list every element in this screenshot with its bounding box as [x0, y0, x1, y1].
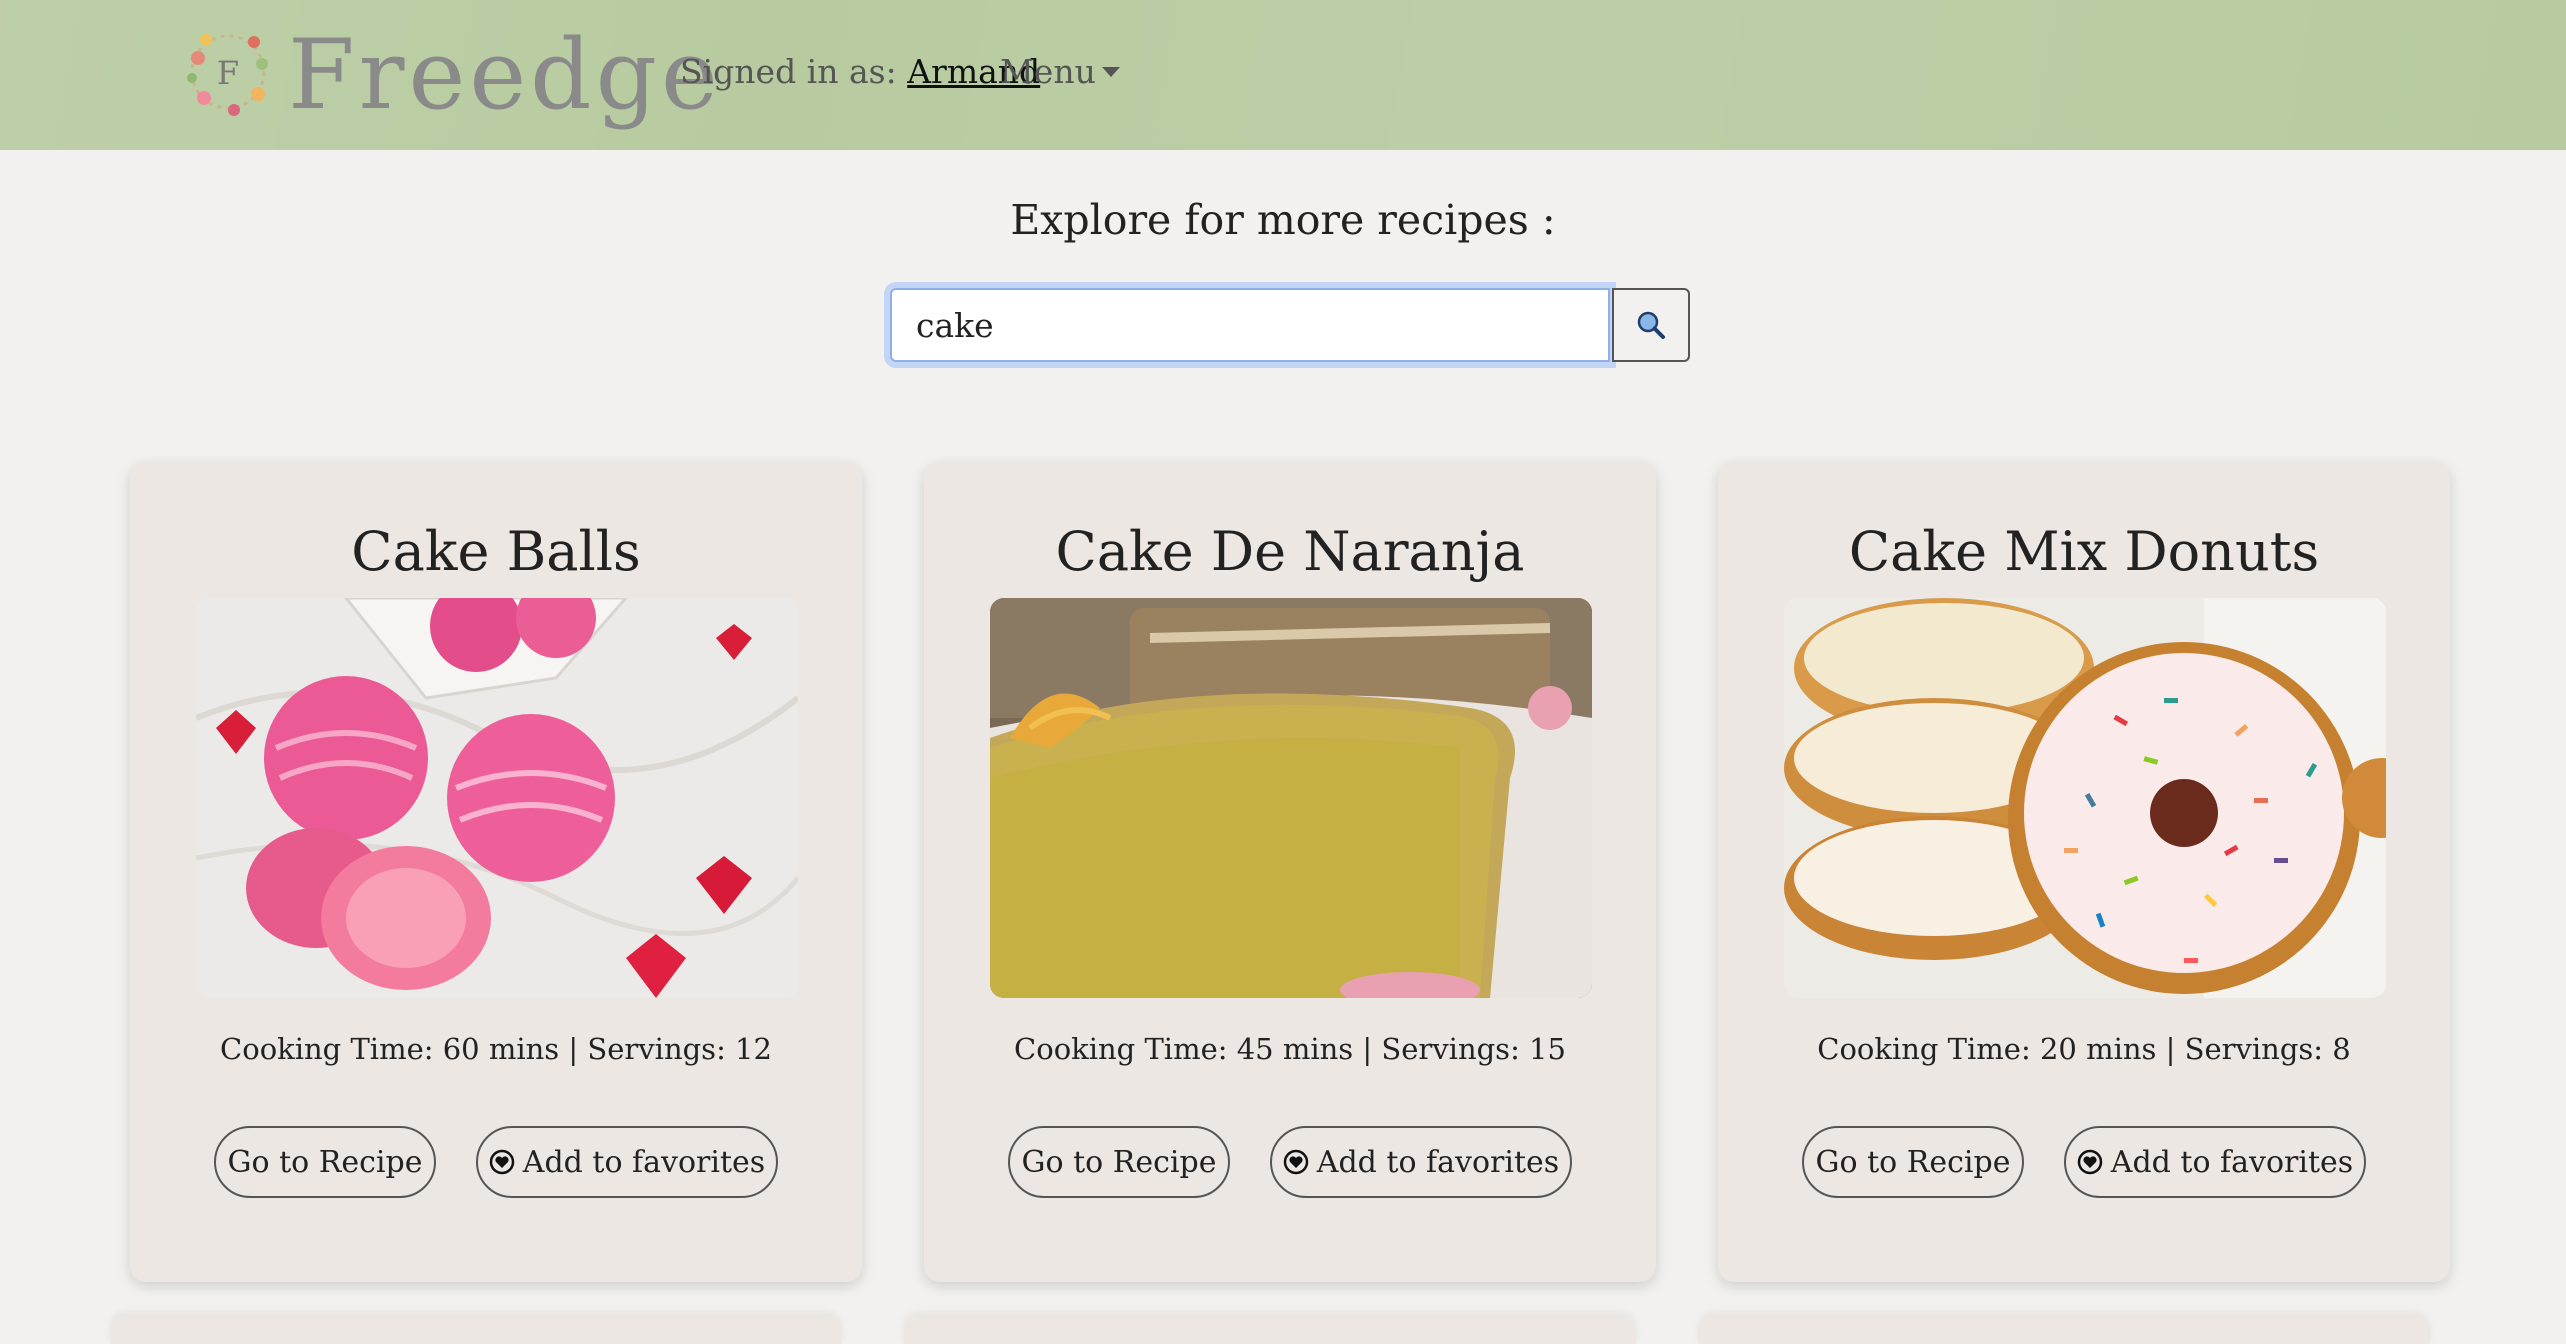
caret-down-icon	[1101, 67, 1120, 77]
recipe-card: Cake Mix Donuts Cooking Time: 20 mins | …	[1718, 462, 2450, 1282]
favorites-label: Add to favorites	[2110, 1144, 2354, 1180]
search-icon	[1637, 311, 1665, 339]
next-recipe-card-peek	[904, 1314, 1636, 1344]
next-recipe-card-peek	[1698, 1314, 2430, 1344]
recipe-meta: Cooking Time: 45 mins | Servings: 15	[1014, 1032, 1566, 1066]
menu-label: Menu	[1000, 52, 1096, 91]
recipe-meta: Cooking Time: 20 mins | Servings: 8	[1817, 1032, 2351, 1066]
top-header: F Freedge Signed in as: Armand Menu	[0, 0, 2566, 150]
heart-circle-icon	[1283, 1149, 1309, 1175]
menu-dropdown[interactable]: Menu	[1000, 52, 1120, 91]
add-to-favorites-button[interactable]: Add to favorites	[2064, 1126, 2366, 1198]
logo-wreath-icon[interactable]: F	[180, 24, 276, 120]
logo-letter: F	[217, 54, 239, 92]
recipe-card: Cake Balls Cooking Time: 60 mins | Servi…	[130, 462, 862, 1282]
signed-in-label: Signed in as:	[680, 52, 897, 91]
go-to-recipe-button[interactable]: Go to Recipe	[1008, 1126, 1230, 1198]
recipe-card: Cake De Naranja Cooking Time: 45 mins | …	[924, 462, 1656, 1282]
recipe-image-cake-mix-donuts	[1784, 598, 2386, 998]
recipe-image-cake-de-naranja	[990, 598, 1592, 998]
recipe-title: Cake De Naranja	[1055, 520, 1525, 583]
favorites-label: Add to favorites	[522, 1144, 766, 1180]
add-to-favorites-button[interactable]: Add to favorites	[476, 1126, 778, 1198]
heart-circle-icon	[2077, 1149, 2103, 1175]
go-to-recipe-button[interactable]: Go to Recipe	[1802, 1126, 2024, 1198]
recipe-title: Cake Balls	[351, 520, 641, 583]
favorites-label: Add to favorites	[1316, 1144, 1560, 1180]
search-button[interactable]	[1612, 288, 1690, 362]
search-input[interactable]	[890, 288, 1610, 362]
heart-circle-icon	[489, 1149, 515, 1175]
recipe-meta: Cooking Time: 60 mins | Servings: 12	[220, 1032, 772, 1066]
add-to-favorites-button[interactable]: Add to favorites	[1270, 1126, 1572, 1198]
go-to-recipe-button[interactable]: Go to Recipe	[214, 1126, 436, 1198]
brand-name[interactable]: Freedge	[288, 10, 722, 140]
next-recipe-card-peek	[110, 1314, 842, 1344]
explore-title: Explore for more recipes :	[1010, 196, 1556, 244]
recipe-title: Cake Mix Donuts	[1848, 520, 2320, 583]
signed-in-status: Signed in as: Armand	[680, 52, 1040, 91]
recipe-image-cake-balls	[196, 598, 798, 998]
